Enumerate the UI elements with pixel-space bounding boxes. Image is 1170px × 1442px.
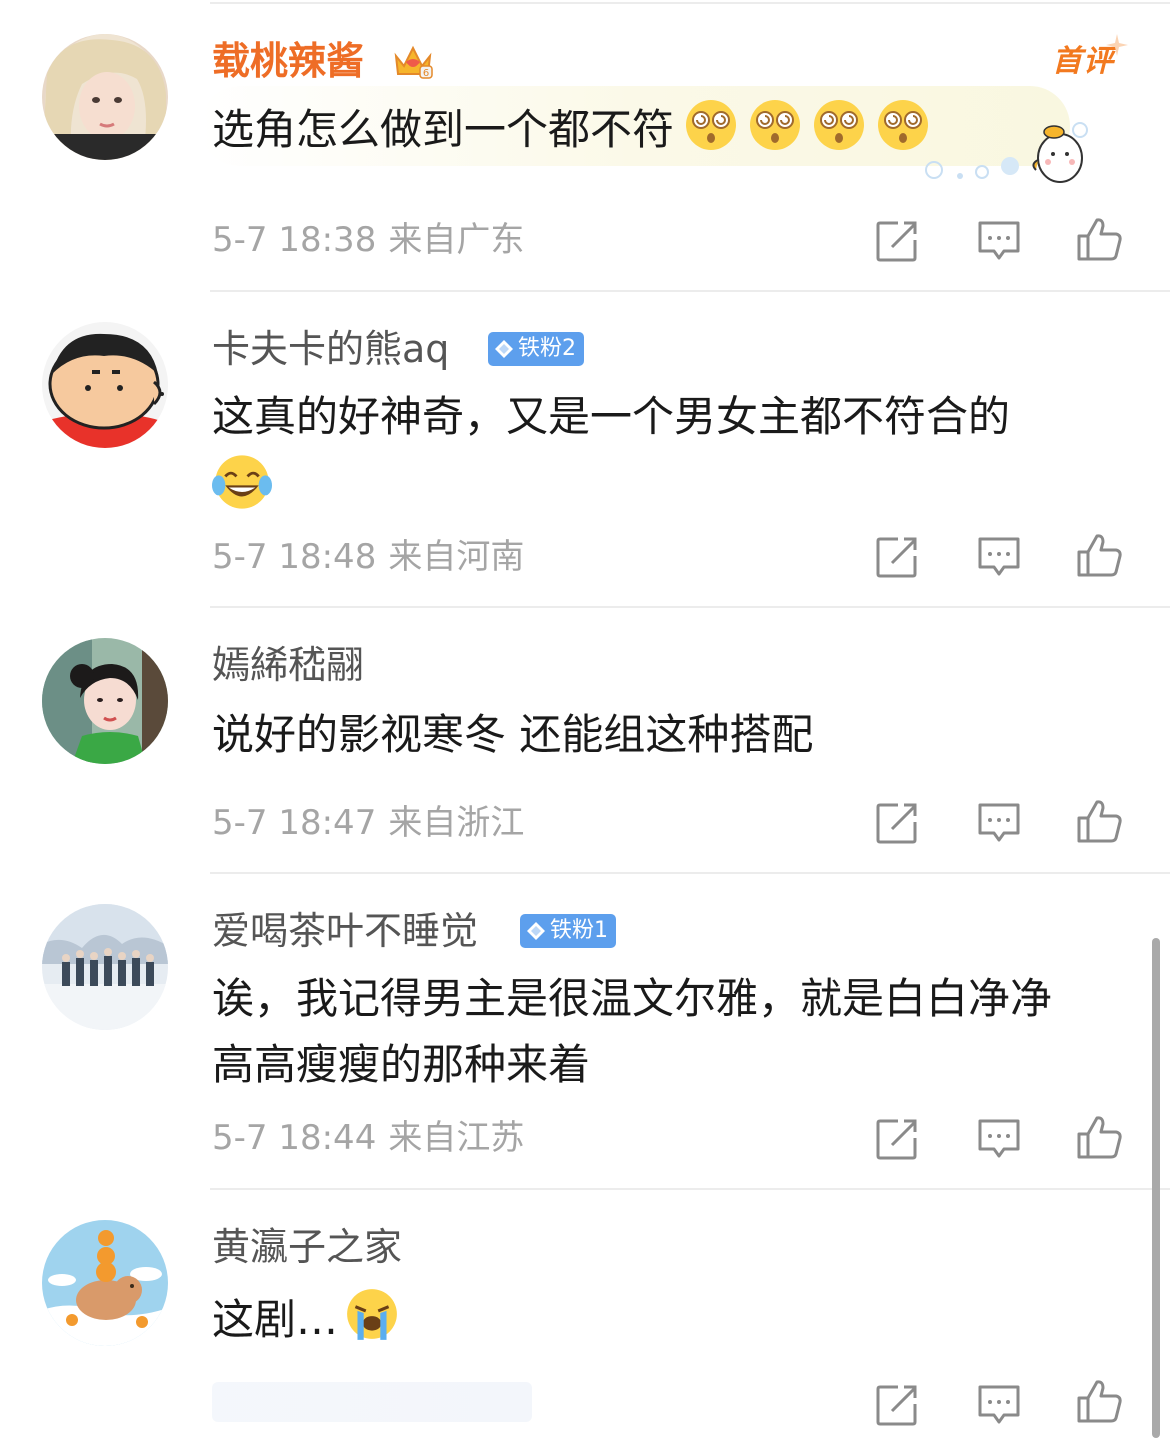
avatar[interactable]	[42, 322, 168, 448]
comment-meta: 5-7 18:38 来自广东	[212, 220, 524, 260]
like-button[interactable]	[1076, 216, 1122, 262]
share-button[interactable]	[874, 534, 920, 580]
comment-date: 5-7 18:47	[212, 803, 377, 843]
comment-list: 载桃辣酱 6 首评 选角怎么做到一个都不符 5-7 18:38 来自广东 卡夫卡…	[0, 0, 1170, 1442]
comment-date: 5-7 18:48	[212, 537, 377, 577]
avatar[interactable]	[42, 34, 168, 160]
comment-button[interactable]	[976, 800, 1022, 846]
comment-button[interactable]	[976, 218, 1022, 264]
like-icon	[1077, 218, 1122, 261]
share-button[interactable]	[874, 1116, 920, 1162]
comment-date: 5-7 18:44	[212, 1118, 377, 1158]
comment-location: 来自广东	[388, 220, 525, 260]
like-button[interactable]	[1076, 1378, 1122, 1424]
like-icon	[1077, 534, 1122, 577]
like-icon	[1077, 1116, 1122, 1159]
username[interactable]: 爱喝茶叶不睡觉	[212, 908, 478, 954]
share-button[interactable]	[874, 1382, 920, 1428]
fan-badge: 铁粉2	[488, 332, 584, 366]
loudly-crying-emoji	[347, 1289, 397, 1340]
like-icon	[1077, 1380, 1122, 1423]
divider	[210, 290, 1170, 292]
like-button[interactable]	[1076, 532, 1122, 578]
comment-button[interactable]	[976, 534, 1022, 580]
username[interactable]: 卡夫卡的熊aq	[212, 326, 449, 372]
share-icon	[876, 537, 917, 578]
comment-location: 来自河南	[388, 537, 525, 577]
diamond-icon	[527, 922, 545, 940]
comment-icon	[978, 1119, 1020, 1158]
dizzy-face-emoji	[686, 100, 737, 150]
comment-meta-placeholder	[212, 1382, 532, 1422]
crown-icon: 6	[390, 38, 436, 84]
share-icon	[876, 221, 917, 262]
like-button[interactable]	[1076, 1114, 1122, 1160]
comment-button[interactable]	[976, 1116, 1022, 1162]
comment-text-content: 选角怎么做到一个都不符	[212, 105, 675, 154]
comment-text-line-2	[212, 452, 1130, 521]
comment-meta: 5-7 18:47 来自浙江	[212, 803, 524, 843]
avatar[interactable]	[42, 1220, 168, 1346]
dizzy-face-emoji	[750, 100, 801, 150]
comment-icon	[978, 221, 1020, 260]
comment-location: 来自浙江	[388, 803, 525, 843]
diamond-icon	[495, 340, 513, 358]
fan-badge: 铁粉1	[520, 914, 616, 948]
comment-text-line-2: 高高瘦瘦的那种来着	[212, 1040, 591, 1089]
sparkle-icon	[1106, 34, 1128, 56]
avatar[interactable]	[42, 904, 168, 1030]
comment-meta: 5-7 18:48 来自河南	[212, 537, 524, 577]
divider	[210, 872, 1170, 874]
tears-of-joy-emoji	[212, 455, 272, 509]
like-icon	[1077, 800, 1122, 843]
share-button[interactable]	[874, 218, 920, 264]
fan-badge-label: 铁粉2	[518, 336, 576, 361]
dizzy-face-emoji	[814, 100, 865, 150]
divider	[210, 606, 1170, 608]
svg-text:6: 6	[423, 68, 429, 79]
comment-text-content: 这剧…	[212, 1295, 339, 1344]
comment-icon	[978, 803, 1020, 842]
comment-text: 这剧…	[212, 1286, 1130, 1351]
divider	[210, 2, 1170, 4]
fan-badge-label: 铁粉1	[550, 918, 608, 943]
comment-text: 这真的好神奇，又是一个男女主都不符合的	[212, 392, 1011, 441]
comment-date: 5-7 18:38	[212, 220, 377, 260]
share-button[interactable]	[874, 800, 920, 846]
comment-button[interactable]	[976, 1382, 1022, 1428]
avatar[interactable]	[42, 638, 168, 764]
divider	[210, 1188, 1170, 1190]
username[interactable]: 嫣絺嵇翮	[212, 642, 364, 688]
share-icon	[876, 803, 917, 844]
comment-meta: 5-7 18:44 来自江苏	[212, 1118, 524, 1158]
comment-location: 来自江苏	[388, 1118, 525, 1158]
comment-icon	[978, 537, 1020, 576]
first-comment-label: 首评	[1052, 44, 1114, 79]
bubble-mascot-icon	[920, 116, 1090, 188]
share-icon	[876, 1385, 917, 1426]
comment-icon	[978, 1385, 1020, 1424]
comment-text: 诶，我记得男主是很温文尔雅，就是白白净净	[212, 974, 1053, 1023]
scrollbar[interactable]	[1152, 938, 1160, 1438]
share-icon	[876, 1119, 917, 1160]
username[interactable]: 黄瀛子之家	[212, 1224, 402, 1270]
like-button[interactable]	[1076, 798, 1122, 844]
comment-text: 说好的影视寒冬 还能组这种搭配	[212, 710, 814, 759]
username[interactable]: 载桃辣酱	[212, 38, 364, 84]
